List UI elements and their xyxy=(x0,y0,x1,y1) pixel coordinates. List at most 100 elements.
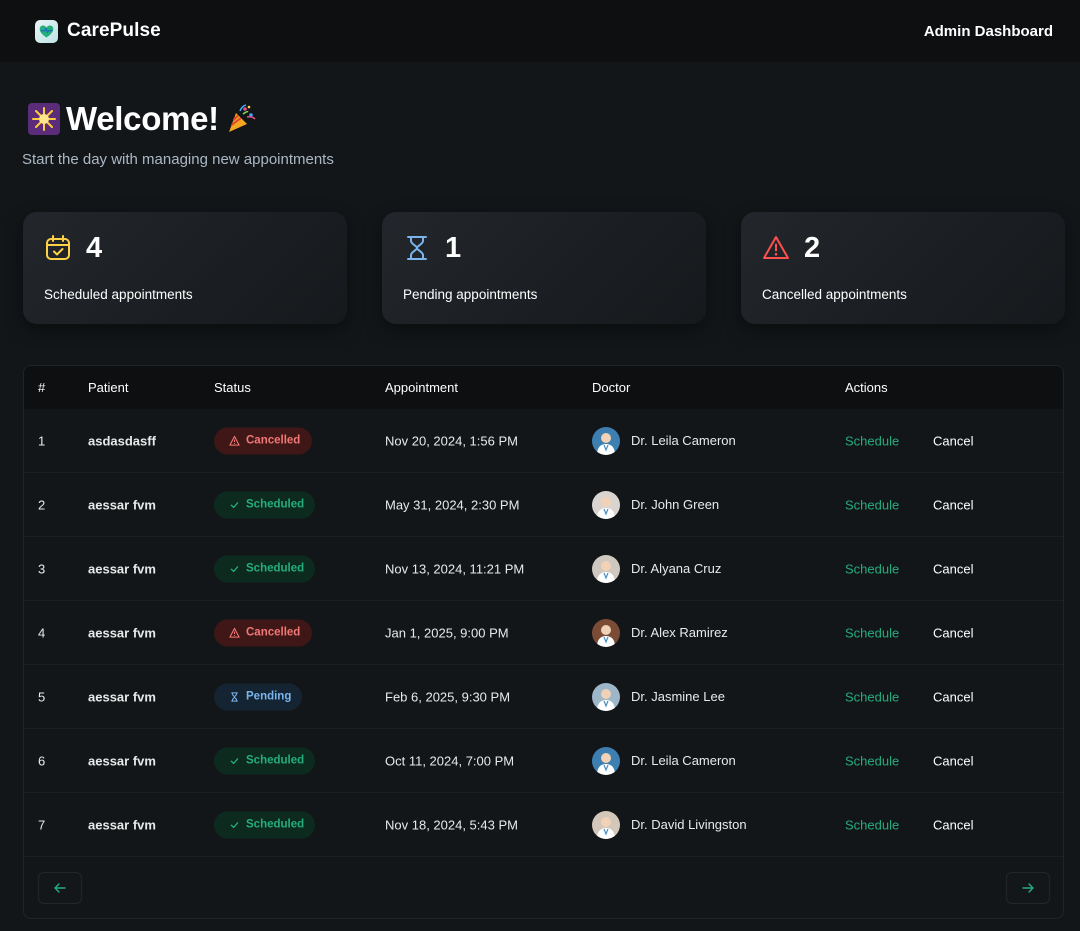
appointment-date: Feb 6, 2025, 9:30 PM xyxy=(385,689,511,704)
carepulse-logo-icon xyxy=(35,19,58,43)
appointment-date: Oct 11, 2024, 7:00 PM xyxy=(385,753,515,768)
status-label: Scheduled xyxy=(246,498,305,511)
patient-name: aessar fvm xyxy=(88,497,156,512)
appointment-date: Jan 1, 2025, 9:00 PM xyxy=(385,625,509,640)
check-icon xyxy=(230,821,239,828)
doctor-cell: Dr. Alyana Cruz xyxy=(592,554,722,583)
status-badge: Scheduled xyxy=(214,491,315,518)
cancel-button[interactable]: Cancel xyxy=(933,817,973,832)
patient-name: aessar fvm xyxy=(88,561,156,576)
status-badge: Pending xyxy=(214,683,302,710)
cancelled-count: 2 xyxy=(804,232,821,264)
status-badge: Scheduled xyxy=(214,811,315,838)
doctor-avatar xyxy=(592,554,620,583)
doctor-avatar xyxy=(592,490,620,519)
row-index: 3 xyxy=(38,561,46,576)
status-badge: Scheduled xyxy=(214,747,315,774)
page-subtitle: Start the day with managing new appointm… xyxy=(22,151,334,168)
patient-name: aessar fvm xyxy=(88,625,156,640)
table-header: # Patient Status Appointment Doctor Acti… xyxy=(24,366,1063,409)
cancel-button[interactable]: Cancel xyxy=(933,625,973,640)
schedule-button[interactable]: Schedule xyxy=(845,689,899,704)
status-label: Scheduled xyxy=(246,562,305,575)
status-label: Cancelled xyxy=(246,434,301,447)
column-header-patient: Patient xyxy=(88,380,129,395)
doctor-cell: Dr. Leila Cameron xyxy=(592,746,736,775)
status-label: Scheduled xyxy=(246,754,305,767)
doctor-name: Dr. Leila Cameron xyxy=(631,433,736,448)
top-bar: CarePulse Admin Dashboard xyxy=(0,0,1080,62)
stat-card-scheduled: 4 Scheduled appointments xyxy=(23,212,347,324)
table-row: 1 asdasdasff Cancelled Nov 20, 2024, 1:56 P… xyxy=(24,409,1063,473)
doctor-avatar xyxy=(592,618,620,647)
check-icon xyxy=(230,757,239,764)
cancel-button[interactable]: Cancel xyxy=(933,753,973,768)
page-title: Welcome! xyxy=(66,100,219,137)
stat-card-cancelled: 2 Cancelled appointments xyxy=(741,212,1065,324)
stat-card-pending: 1 Pending appointments xyxy=(382,212,706,324)
doctor-avatar xyxy=(592,810,620,839)
doctor-name: Dr. Alex Ramirez xyxy=(631,625,728,640)
brand-name: CarePulse xyxy=(67,20,161,41)
doctor-name: Dr. Leila Cameron xyxy=(631,753,736,768)
patient-name: aessar fvm xyxy=(88,689,156,704)
table-row: 2 aessar fvm Scheduled May 31, 2024, 2:30 P… xyxy=(24,473,1063,537)
appointment-date: Nov 13, 2024, 11:21 PM xyxy=(385,561,525,576)
patient-name: aessar fvm xyxy=(88,817,156,832)
previous-page-button[interactable] xyxy=(38,872,82,904)
party-popper-icon xyxy=(225,103,257,135)
alert-triangle-icon xyxy=(763,236,789,259)
status-badge: Cancelled xyxy=(214,427,312,454)
row-index: 2 xyxy=(38,497,46,512)
hourglass-icon xyxy=(231,691,238,702)
admin-dashboard-label: Admin Dashboard xyxy=(923,22,1053,40)
appointment-date: May 31, 2024, 2:30 PM xyxy=(385,497,520,512)
column-header-index: # xyxy=(38,380,46,395)
check-icon xyxy=(230,565,239,572)
schedule-button[interactable]: Schedule xyxy=(845,753,899,768)
row-index: 7 xyxy=(38,817,46,832)
alert-triangle-icon xyxy=(229,627,240,638)
schedule-button[interactable]: Schedule xyxy=(845,817,899,832)
column-header-appointment: Appointment xyxy=(385,380,458,395)
schedule-button[interactable]: Schedule xyxy=(845,625,899,640)
schedule-button[interactable]: Schedule xyxy=(845,497,899,512)
next-page-button[interactable] xyxy=(1006,872,1050,904)
doctor-name: Dr. Jasmine Lee xyxy=(631,689,725,704)
pending-count: 1 xyxy=(445,232,462,264)
status-label: Pending xyxy=(246,690,292,703)
doctor-cell: Dr. Jasmine Lee xyxy=(592,682,725,711)
cancelled-label: Cancelled appointments xyxy=(762,287,907,302)
brand[interactable]: CarePulse xyxy=(35,19,161,43)
arrow-right-icon xyxy=(1022,883,1034,893)
doctor-name: Dr. David Livingston xyxy=(631,817,747,832)
row-index: 5 xyxy=(38,689,46,704)
doctor-name: Dr. Alyana Cruz xyxy=(631,561,722,576)
hourglass-icon xyxy=(407,236,427,260)
table-row: 5 aessar fvm Pending Feb 6, 2025, 9:30 PM Dr… xyxy=(24,665,1063,729)
row-index: 1 xyxy=(38,433,46,448)
row-index: 6 xyxy=(38,753,46,768)
cancel-button[interactable]: Cancel xyxy=(933,497,973,512)
scheduled-label: Scheduled appointments xyxy=(44,287,193,302)
schedule-button[interactable]: Schedule xyxy=(845,561,899,576)
status-badge: Scheduled xyxy=(214,555,315,582)
check-icon xyxy=(230,501,239,508)
doctor-avatar xyxy=(592,426,620,455)
patient-name: aessar fvm xyxy=(88,753,156,768)
doctor-avatar xyxy=(592,682,620,711)
column-header-doctor: Doctor xyxy=(592,380,631,395)
status-label: Scheduled xyxy=(246,818,305,831)
status-label: Cancelled xyxy=(246,626,301,639)
schedule-button[interactable]: Schedule xyxy=(845,433,899,448)
arrow-left-icon xyxy=(54,883,66,893)
cancel-button[interactable]: Cancel xyxy=(933,561,973,576)
table-row: 3 aessar fvm Scheduled Nov 13, 2024, 11:21 … xyxy=(24,537,1063,601)
column-header-actions: Actions xyxy=(845,380,888,395)
table-row: 6 aessar fvm Scheduled Oct 11, 2024, 7:00 P… xyxy=(24,729,1063,793)
cancel-button[interactable]: Cancel xyxy=(933,689,973,704)
row-index: 4 xyxy=(38,625,46,640)
doctor-cell: Dr. Leila Cameron xyxy=(592,426,736,455)
table-row: 4 aessar fvm Cancelled Jan 1, 2025, 9:00 PM… xyxy=(24,601,1063,665)
cancel-button[interactable]: Cancel xyxy=(933,433,973,448)
